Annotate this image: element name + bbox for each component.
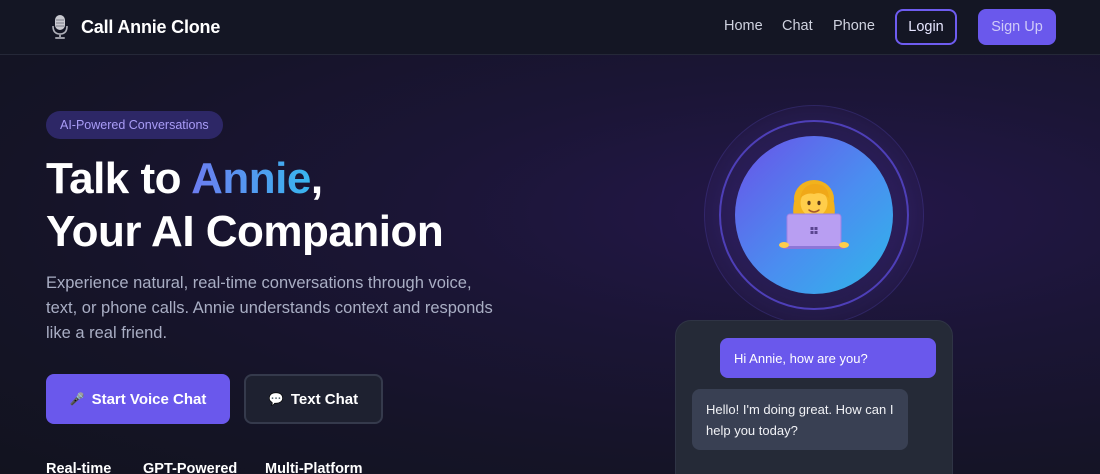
nav-link-chat[interactable]: Chat: [782, 18, 813, 34]
top-navbar: Call Annie Clone Home Chat Phone Login S…: [0, 0, 1100, 55]
feature-gpt-powered: GPT-Powered: [143, 461, 238, 474]
feature-multi-platform: Multi-Platform: [265, 461, 363, 474]
microphone-icon: [50, 14, 70, 40]
feature-realtime: Real-time: [46, 461, 112, 474]
nav-link-phone[interactable]: Phone: [833, 18, 875, 34]
microphone-icon: 🎤: [69, 392, 85, 406]
brand[interactable]: Call Annie Clone: [50, 14, 220, 40]
headline-comma: ,: [310, 154, 323, 203]
signup-button[interactable]: Sign Up: [978, 9, 1056, 45]
hero-headline: Talk to Annie, Your AI Companion: [46, 152, 444, 258]
hero-subtitle: Experience natural, real-time conversati…: [46, 274, 493, 342]
headline-line2: Your AI Companion: [46, 207, 444, 256]
start-voice-chat-label: Start Voice Chat: [91, 390, 207, 408]
login-button[interactable]: Login: [895, 9, 957, 45]
start-voice-chat-button[interactable]: 🎤 Start Voice Chat: [46, 374, 230, 424]
nav-link-home[interactable]: Home: [724, 18, 763, 34]
headline-accent-name: Annie: [191, 154, 311, 203]
brand-title: Call Annie Clone: [81, 16, 221, 37]
annie-avatar: [735, 136, 893, 294]
text-chat-label: Text Chat: [290, 390, 359, 408]
hero-badge: AI-Powered Conversations: [46, 111, 223, 139]
woman-with-laptop-icon: [779, 180, 849, 249]
headline-text: Talk to: [46, 154, 192, 203]
speech-bubble-icon: 💬: [268, 392, 284, 406]
bot-message-bubble: Hello! I'm doing great. How can I help y…: [692, 389, 908, 450]
text-chat-button[interactable]: 💬 Text Chat: [244, 374, 383, 424]
user-message-bubble: Hi Annie, how are you?: [720, 338, 936, 378]
